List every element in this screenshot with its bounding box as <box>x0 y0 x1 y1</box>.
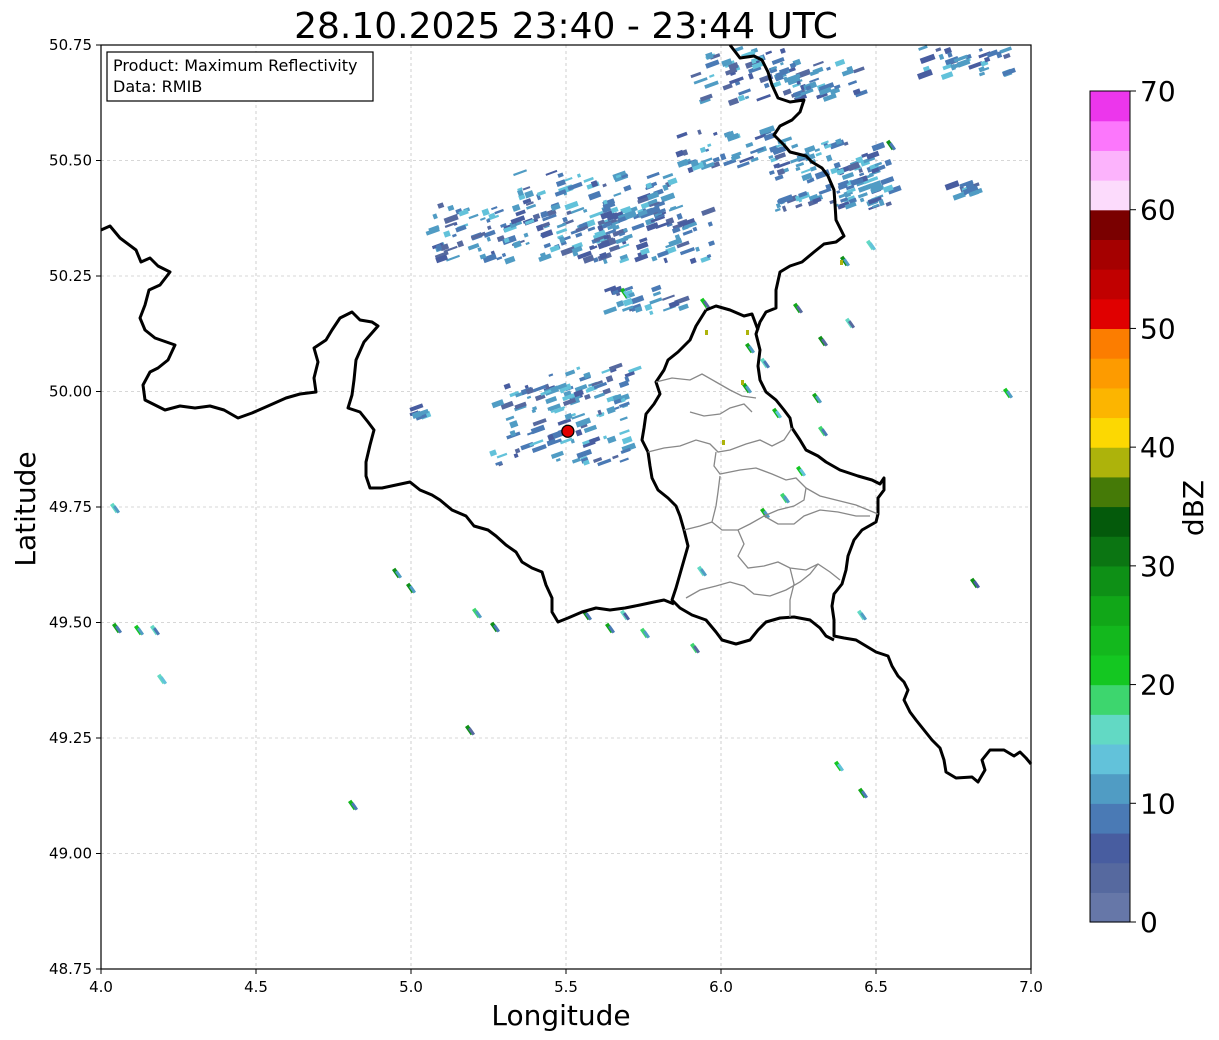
echo-cell <box>741 380 744 385</box>
colorbar-segment <box>1090 328 1130 359</box>
colorbar-segment <box>1090 892 1130 923</box>
colorbar-segment <box>1090 506 1130 537</box>
colorbar: 0 10 20 30 40 50 60 70 <box>1089 75 1176 939</box>
echo-cell <box>746 330 749 335</box>
colorbar-segment <box>1090 209 1130 240</box>
colorbar-segment <box>1090 862 1130 893</box>
colorbar-segment <box>1090 269 1130 300</box>
colorbar-segment <box>1090 625 1130 656</box>
colorbar-segment <box>1090 476 1130 508</box>
colorbar-segment <box>1090 91 1130 122</box>
radar-site-marker <box>561 424 575 438</box>
colorbar-segment <box>1090 565 1130 597</box>
colorbar-segment <box>1090 832 1130 864</box>
colorbar-segment <box>1090 773 1130 804</box>
figure-title: 28.10.2025 23:40 - 23:44 UTC <box>294 6 838 47</box>
x-tick-label: 5.0 <box>399 978 423 996</box>
colorbar-segment <box>1090 180 1130 211</box>
colorbar-segment <box>1090 447 1130 478</box>
radar-figure: 28.10.2025 23:40 - 23:44 UTC 4.0 4.5 5.0 5.… <box>9 6 1210 1032</box>
colorbar-tick-label: 50 <box>1140 312 1176 345</box>
x-tick-label: 6.0 <box>709 978 733 996</box>
map-panel <box>100 44 1033 970</box>
info-data-text: Data: RMIB <box>113 77 202 96</box>
colorbar-segment <box>1090 298 1130 330</box>
colorbar-segment <box>1090 803 1130 834</box>
colorbar-segment <box>1090 684 1130 715</box>
colorbar-label: dBZ <box>1177 480 1210 536</box>
y-axis-label: Latitude <box>9 451 42 566</box>
x-axis-label: Longitude <box>491 999 630 1032</box>
colorbar-segment <box>1090 387 1130 419</box>
colorbar-segment <box>1090 743 1130 775</box>
x-tick-label: 4.5 <box>244 978 268 996</box>
colorbar-tick-label: 40 <box>1140 431 1176 464</box>
x-tick-label: 6.5 <box>864 978 888 996</box>
y-tick-label: 50.50 <box>49 152 92 170</box>
y-tick-label: 50.75 <box>49 36 92 54</box>
info-product-text: Product: Maximum Reflectivity <box>113 56 357 75</box>
colorbar-segment <box>1090 358 1130 389</box>
y-tick-label: 49.75 <box>49 498 92 516</box>
colorbar-segment <box>1090 239 1130 270</box>
x-tick-label: 7.0 <box>1019 978 1043 996</box>
y-tick-label: 49.50 <box>49 614 92 632</box>
info-box: Product: Maximum Reflectivity Data: RMIB <box>106 51 374 102</box>
colorbar-segment <box>1090 714 1130 745</box>
y-axis-ticks: 48.75 49.00 49.25 49.50 49.75 50.00 50.25 50.50… <box>49 36 101 978</box>
colorbar-segment <box>1090 150 1130 181</box>
y-tick-label: 50.25 <box>49 267 92 285</box>
colorbar-tick-label: 10 <box>1140 787 1176 820</box>
echo-cell <box>722 440 725 445</box>
x-tick-label: 5.5 <box>554 978 578 996</box>
colorbar-tick-label: 20 <box>1140 669 1176 702</box>
x-tick-label: 4.0 <box>89 978 113 996</box>
colorbar-segment <box>1090 536 1130 567</box>
colorbar-segment <box>1090 654 1130 686</box>
colorbar-segment <box>1090 595 1130 626</box>
colorbar-tick-label: 0 <box>1140 906 1158 939</box>
x-axis-ticks: 4.0 4.5 5.0 5.5 6.0 6.5 7.0 <box>89 969 1043 996</box>
y-tick-label: 49.00 <box>49 845 92 863</box>
y-tick-label: 49.25 <box>49 729 92 747</box>
echo-cell <box>705 330 708 335</box>
echo-cell <box>840 260 843 265</box>
colorbar-tick-label: 70 <box>1140 75 1176 108</box>
y-tick-label: 48.75 <box>49 960 92 978</box>
colorbar-tick-label: 30 <box>1140 550 1176 583</box>
y-tick-label: 50.00 <box>49 383 92 401</box>
colorbar-tick-label: 60 <box>1140 194 1176 227</box>
colorbar-segment <box>1090 417 1130 448</box>
colorbar-segment <box>1090 120 1130 151</box>
